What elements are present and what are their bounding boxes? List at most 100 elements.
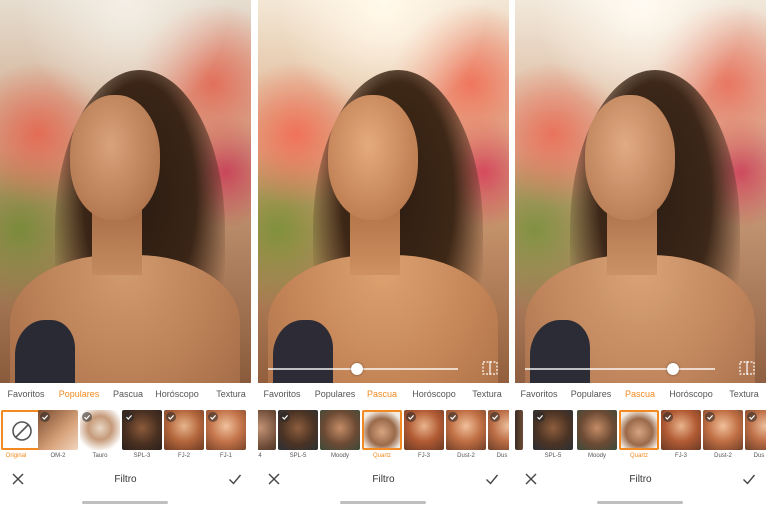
screen-3: Favoritos Populares Pascua Horóscopo Tex… (515, 0, 766, 506)
filter-dust-2[interactable] (446, 410, 486, 450)
home-indicator (597, 501, 683, 504)
category-tabs: Favoritos Populares Pascua Horóscopo Tex… (258, 389, 509, 407)
check-icon[interactable] (228, 472, 242, 486)
check-icon (280, 412, 290, 422)
filter-label: FJ-3 (675, 453, 687, 459)
filter-dust[interactable] (745, 410, 766, 450)
home-indicator (82, 501, 168, 504)
check-icon (208, 412, 218, 422)
filter-fj-3[interactable] (404, 410, 444, 450)
panel-title: Filtro (114, 474, 137, 485)
filter-strip: Original OM-2 Tauro SPL-3 FJ-2 FJ-1 (0, 410, 251, 461)
filter-moody[interactable] (577, 410, 617, 450)
check-icon (406, 412, 416, 422)
filter-label: SPL-3 (133, 453, 151, 459)
filter-label: FJ-1 (220, 453, 232, 459)
filter-strip: SPL-5 Moody Quartz FJ-3 Dust-2 Dus (515, 410, 766, 461)
photo-preview[interactable] (258, 0, 509, 383)
intensity-slider[interactable] (525, 362, 715, 376)
filter-quartz[interactable] (362, 410, 402, 450)
home-indicator (340, 501, 426, 504)
filter-label: SPL-5 (544, 453, 562, 459)
filter-label: Dust-2 (714, 453, 732, 459)
tab-horoscopo[interactable]: Horóscopo (669, 389, 713, 399)
filter-quartz[interactable] (619, 410, 659, 450)
filter-dust[interactable] (488, 410, 509, 450)
filter-fj-2[interactable] (164, 410, 204, 450)
filter-strip: 4 SPL-5 Moody Quartz FJ-3 Dust-2 Dus (258, 410, 509, 461)
check-icon (40, 412, 50, 422)
none-icon (12, 421, 32, 441)
tab-textura[interactable]: Textura (216, 389, 246, 399)
check-icon (747, 412, 757, 422)
filter-label: Quartz (629, 453, 649, 459)
filter-fj-3[interactable] (661, 410, 701, 450)
filter-label: Moody (587, 453, 607, 459)
slider-knob[interactable] (351, 363, 364, 375)
filter-fj-1[interactable] (206, 410, 246, 450)
filter-label: Dust-2 (457, 453, 475, 459)
check-icon (166, 412, 176, 422)
filter-label: 4 (258, 453, 262, 459)
filter-label: SPL-5 (289, 453, 307, 459)
screen-2: Favoritos Populares Pascua Horóscopo Tex… (258, 0, 509, 506)
filter-4[interactable] (258, 410, 276, 450)
filter-spl-3[interactable] (122, 410, 162, 450)
compare-icon[interactable] (738, 360, 756, 376)
filter-label: Moody (330, 453, 350, 459)
category-tabs: Favoritos Populares Pascua Horóscopo Tex… (0, 389, 251, 407)
check-icon[interactable] (485, 472, 499, 486)
screen-1: Favoritos Populares Pascua Horóscopo Tex… (0, 0, 251, 506)
panel-title: Filtro (629, 474, 652, 485)
check-icon (535, 412, 545, 422)
photo-preview[interactable] (515, 0, 766, 383)
filter-moody[interactable] (320, 410, 360, 450)
tab-populares[interactable]: Populares (59, 389, 100, 399)
tab-favoritos[interactable]: Favoritos (7, 389, 44, 399)
bottom-bar: Filtro (0, 466, 251, 494)
portrait-face (328, 95, 418, 220)
check-icon (82, 412, 92, 422)
tab-horoscopo[interactable]: Horóscopo (155, 389, 199, 399)
portrait-dress (15, 320, 75, 383)
tab-textura[interactable]: Textura (729, 389, 759, 399)
filter-partial[interactable] (515, 410, 523, 450)
check-icon (490, 412, 500, 422)
tab-populares[interactable]: Populares (315, 389, 356, 399)
portrait-face (70, 95, 160, 220)
tab-pascua[interactable]: Pascua (367, 389, 397, 399)
check-icon (705, 412, 715, 422)
filter-label: Quartz (372, 453, 392, 459)
check-icon (448, 412, 458, 422)
photo-preview[interactable] (0, 0, 251, 383)
tab-horoscopo[interactable]: Horóscopo (412, 389, 456, 399)
check-icon (663, 412, 673, 422)
filter-spl-5[interactable] (278, 410, 318, 450)
check-icon (124, 412, 134, 422)
filter-label: FJ-2 (178, 453, 190, 459)
category-tabs: Favoritos Populares Pascua Horóscopo Tex… (515, 389, 766, 407)
intensity-slider[interactable] (268, 362, 458, 376)
compare-icon[interactable] (481, 360, 499, 376)
tab-textura[interactable]: Textura (472, 389, 502, 399)
panel-title: Filtro (372, 474, 395, 485)
tab-pascua[interactable]: Pascua (625, 389, 655, 399)
filter-label: Tauro (92, 453, 108, 459)
bottom-bar: Filtro (515, 466, 766, 494)
filter-dust-2[interactable] (703, 410, 743, 450)
bottom-bar: Filtro (258, 466, 509, 494)
filter-om-2[interactable] (38, 410, 78, 450)
filter-tauro[interactable] (80, 410, 120, 450)
tab-populares[interactable]: Populares (571, 389, 612, 399)
slider-knob[interactable] (667, 363, 680, 375)
filter-label: Dus (753, 453, 765, 459)
check-icon[interactable] (742, 472, 756, 486)
slider-track (525, 368, 715, 370)
portrait-face (585, 95, 675, 220)
tab-pascua[interactable]: Pascua (113, 389, 143, 399)
filter-label: OM-2 (50, 453, 66, 459)
tab-favoritos[interactable]: Favoritos (263, 389, 300, 399)
tab-favoritos[interactable]: Favoritos (520, 389, 557, 399)
filter-spl-5[interactable] (533, 410, 573, 450)
filter-original[interactable] (1, 410, 41, 450)
